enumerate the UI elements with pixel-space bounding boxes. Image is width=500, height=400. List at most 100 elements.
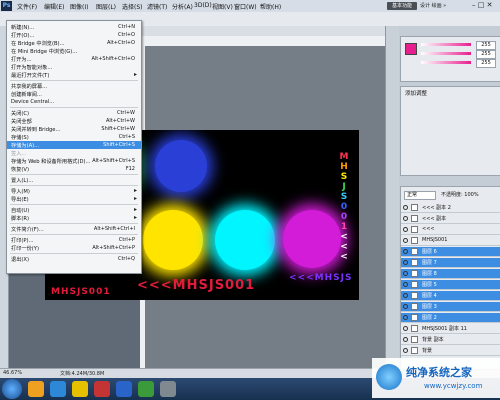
foreground-color-swatch[interactable] — [405, 43, 417, 55]
layer-row[interactable]: 背景 副本 — [401, 335, 500, 345]
visibility-eye-icon[interactable] — [403, 227, 408, 232]
folder-icon-2[interactable] — [138, 381, 154, 397]
layer-row[interactable]: 图层 7 — [401, 258, 500, 268]
menu-item-7[interactable]: 3D(D) — [194, 2, 212, 9]
layer-row[interactable]: <<< — [401, 225, 500, 235]
menu-item-4[interactable]: 选择(S) — [122, 2, 143, 11]
color-slider[interactable] — [421, 52, 471, 55]
layer-name: 背景 副本 — [422, 337, 444, 343]
layer-row[interactable]: <<< 副本 — [401, 214, 500, 224]
layer-thumbnail — [411, 347, 418, 354]
layer-row[interactable]: 图层 5 — [401, 280, 500, 290]
file-menu-item[interactable]: 存储为(A)... Shift+Ctrl+S — [7, 141, 141, 149]
file-menu-item[interactable]: 最近打开文件(T) ▸ — [7, 71, 141, 79]
color-value-field[interactable]: 255 — [476, 50, 496, 59]
visibility-eye-icon[interactable] — [403, 315, 408, 320]
menu-item-0[interactable]: 文件(F) — [17, 2, 37, 11]
file-menu-item[interactable]: 在 Mini Bridge 中浏览(G)... — [7, 47, 141, 55]
menu-item-1[interactable]: 编辑(E) — [44, 2, 64, 11]
layer-thumbnail — [411, 281, 418, 288]
submenu-arrow-icon: ▸ — [133, 187, 137, 194]
visibility-eye-icon[interactable] — [403, 271, 408, 276]
layer-row[interactable]: <<< 副本 2 — [401, 203, 500, 213]
file-menu-item[interactable]: 打印一份(Y) Alt+Shift+Ctrl+P — [7, 244, 141, 252]
file-menu-item[interactable]: 在 Bridge 中浏览(B)... Alt+Ctrl+O — [7, 39, 141, 47]
start-button[interactable] — [2, 379, 22, 399]
vertical-text-char: < — [340, 232, 348, 242]
menu-item-6[interactable]: 分析(A) — [172, 2, 193, 11]
visibility-eye-icon[interactable] — [403, 249, 408, 254]
visibility-eye-icon[interactable] — [403, 238, 408, 243]
layer-row[interactable]: MHSJS001 — [401, 236, 500, 246]
file-menu-item[interactable]: 打开为智能对象... — [7, 63, 141, 71]
opacity-field[interactable]: 不透明度: 100% — [441, 191, 479, 198]
layer-row[interactable]: 图层 8 — [401, 269, 500, 279]
file-menu-item-label: 共享我的屏幕... — [11, 84, 48, 90]
window-controls[interactable]: – □ ✕ — [472, 1, 500, 11]
folder-icon[interactable] — [50, 381, 66, 397]
ie-icon-2[interactable] — [116, 381, 132, 397]
collapsed-panel-strip[interactable] — [385, 26, 400, 378]
file-menu-item[interactable]: 存储为 Web 和设备所用格式(D)... Alt+Shift+Ctrl+S — [7, 157, 141, 165]
file-menu-item[interactable]: 置入(L)... — [7, 176, 141, 184]
file-menu-item[interactable]: 打开(O)... Ctrl+O — [7, 31, 141, 39]
file-menu-item[interactable]: 关闭并转到 Bridge... Shift+Ctrl+W — [7, 125, 141, 133]
file-menu-item[interactable]: 关闭全部 Alt+Ctrl+W — [7, 117, 141, 125]
file-menu-item[interactable]: 新建(N)... Ctrl+N — [7, 23, 141, 31]
file-menu-item[interactable]: 存储(S) Ctrl+S — [7, 133, 141, 141]
file-menu-item[interactable]: 共享我的屏幕... — [7, 82, 141, 90]
file-menu-item[interactable]: 恢复(V) F12 — [7, 165, 141, 173]
layer-row[interactable]: 图层 2 — [401, 313, 500, 323]
photoshop-icon[interactable] — [94, 381, 110, 397]
visibility-eye-icon[interactable] — [403, 337, 408, 342]
media-player-icon[interactable] — [72, 381, 88, 397]
visibility-eye-icon[interactable] — [403, 304, 408, 309]
layer-row[interactable]: 图层 3 — [401, 302, 500, 312]
file-menu-item[interactable]: Device Central... — [7, 98, 141, 106]
file-menu-item[interactable]: 导入(M) ▸ — [7, 187, 141, 195]
menu-item-2[interactable]: 图像(I) — [70, 2, 88, 11]
visibility-eye-icon[interactable] — [403, 216, 408, 221]
visibility-eye-icon[interactable] — [403, 348, 408, 353]
file-menu-item[interactable]: 退出(X) Ctrl+Q — [7, 255, 141, 263]
layer-thumbnail — [411, 292, 418, 299]
workspace-links[interactable]: 设计 绘画 » — [420, 2, 470, 10]
color-slider[interactable] — [421, 43, 471, 46]
file-menu-item[interactable]: 自动(U) ▸ — [7, 206, 141, 214]
layer-name: 图层 4 — [422, 293, 437, 299]
menu-item-9[interactable]: 窗口(W) — [234, 2, 257, 11]
zoom-level[interactable]: 46.67% — [3, 370, 22, 376]
color-value-field[interactable]: 255 — [476, 59, 496, 68]
app-icon[interactable] — [160, 381, 176, 397]
layer-row[interactable]: 背景 — [401, 346, 500, 356]
color-slider[interactable] — [421, 61, 471, 64]
layer-row[interactable]: 图层 4 — [401, 291, 500, 301]
layer-name: 图层 6 — [422, 249, 437, 255]
file-menu-item[interactable]: 打印(P)... Ctrl+P — [7, 236, 141, 244]
file-menu-item[interactable]: 创建新审阅... — [7, 90, 141, 98]
file-menu-item[interactable]: 关闭(C) Ctrl+W — [7, 109, 141, 117]
file-menu-item[interactable]: 脚本(R) ▸ — [7, 214, 141, 222]
menu-item-10[interactable]: 帮助(H) — [260, 2, 281, 11]
menu-item-3[interactable]: 图层(L) — [96, 2, 116, 11]
visibility-eye-icon[interactable] — [403, 326, 408, 331]
blend-mode-select[interactable]: 正常 — [404, 191, 436, 200]
visibility-eye-icon[interactable] — [403, 260, 408, 265]
file-menu-item-shortcut: F12 — [125, 166, 135, 172]
visibility-eye-icon[interactable] — [403, 282, 408, 287]
color-value-field[interactable]: 255 — [476, 41, 496, 50]
visibility-eye-icon[interactable] — [403, 205, 408, 210]
layer-row[interactable]: 图层 6 — [401, 247, 500, 257]
file-menu-item-label: 存储(S) — [11, 135, 29, 141]
workspace-button[interactable]: 基本功能 — [387, 2, 417, 10]
layer-row[interactable]: MHSJS001 副本 11 — [401, 324, 500, 334]
file-menu-item[interactable]: 导出(E) ▸ — [7, 195, 141, 203]
menu-item-5[interactable]: 滤镜(T) — [147, 2, 167, 11]
file-menu-item[interactable]: 打开为... Alt+Shift+Ctrl+O — [7, 55, 141, 63]
document-tab-bar[interactable] — [140, 26, 385, 36]
ie-icon[interactable] — [28, 381, 44, 397]
visibility-eye-icon[interactable] — [403, 293, 408, 298]
document-size: 文档:4.24M/30.8M — [60, 371, 105, 377]
menu-item-8[interactable]: 视图(V) — [212, 2, 233, 11]
file-menu-item[interactable]: 文件简介(F)... Alt+Shift+Ctrl+I — [7, 225, 141, 233]
